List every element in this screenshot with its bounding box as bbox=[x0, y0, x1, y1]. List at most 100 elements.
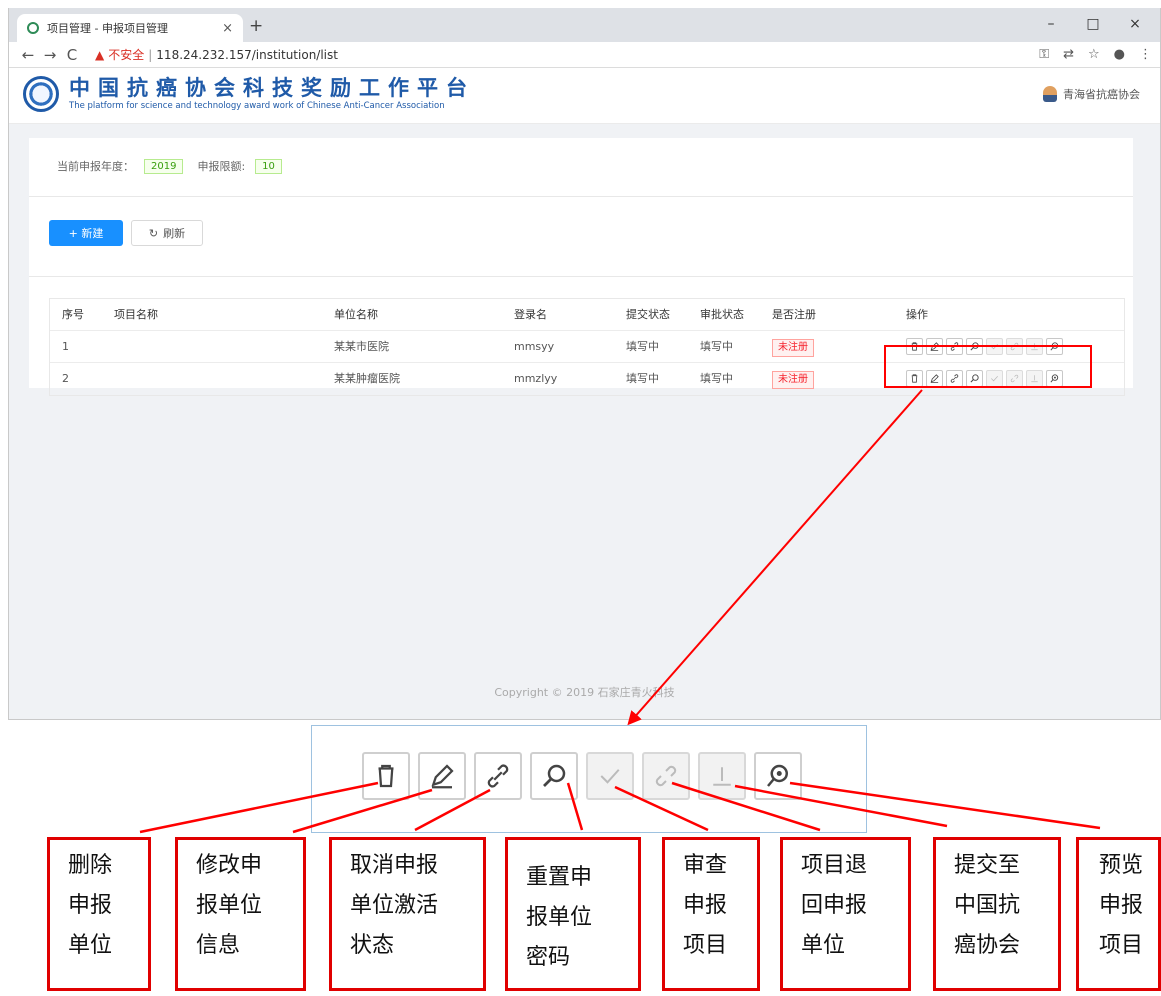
star-icon[interactable]: ☆ bbox=[1088, 47, 1100, 62]
row-submit-status: 填写中 bbox=[626, 372, 659, 385]
trash-button[interactable] bbox=[906, 370, 923, 387]
cancel-activation-button[interactable] bbox=[946, 370, 963, 387]
row-index: 1 bbox=[62, 340, 69, 353]
new-tab-button[interactable]: + bbox=[249, 16, 263, 36]
refresh-label: 刷新 bbox=[163, 227, 186, 240]
search-button[interactable] bbox=[530, 752, 578, 800]
url-text[interactable]: 118.24.232.157/institution/list bbox=[156, 48, 338, 62]
warning-icon: ▲ bbox=[95, 47, 105, 62]
trash-button[interactable] bbox=[362, 752, 410, 800]
platform-subtitle: The platform for science and technology … bbox=[69, 101, 445, 111]
edit-icon bbox=[930, 374, 939, 384]
zoomed-actions-panel bbox=[311, 725, 867, 833]
cancel-activation-button[interactable] bbox=[474, 752, 522, 800]
forward-button[interactable]: → bbox=[39, 46, 61, 64]
menu-icon[interactable]: ⋮ bbox=[1139, 47, 1152, 62]
status-badge: 未注册 bbox=[772, 371, 814, 389]
address-bar: ← → C ▲ 不安全 | 118.24.232.157/institution… bbox=[9, 42, 1160, 68]
key-icon[interactable]: ⚿ bbox=[1039, 47, 1049, 62]
edit-button[interactable] bbox=[418, 752, 466, 800]
preview-button[interactable] bbox=[1046, 370, 1063, 387]
edit-icon bbox=[930, 342, 939, 352]
unlink-button bbox=[1006, 338, 1023, 355]
cancel-activation-icon bbox=[487, 764, 509, 788]
check-icon bbox=[600, 769, 620, 784]
row-approval-status: 填写中 bbox=[700, 372, 733, 385]
check-icon bbox=[991, 343, 998, 350]
trash-button[interactable] bbox=[906, 338, 923, 355]
insecure-label: 不安全 bbox=[108, 48, 145, 62]
col-unit: 单位名称 bbox=[334, 308, 378, 321]
cancel-activation-button[interactable] bbox=[946, 338, 963, 355]
col-approval: 审批状态 bbox=[700, 308, 744, 321]
trash-icon bbox=[911, 374, 918, 383]
back-button[interactable]: ← bbox=[17, 46, 39, 64]
label-submit: 提交至 中国抗 癌协会 bbox=[933, 837, 1061, 991]
new-button[interactable]: + 新建 bbox=[49, 220, 123, 246]
row-login: mmzlyy bbox=[514, 372, 558, 385]
submit-icon bbox=[1031, 343, 1038, 351]
copyright: Copyright © 2019 石家庄青火科技 bbox=[494, 686, 675, 699]
row-index: 2 bbox=[62, 372, 69, 385]
close-window-button[interactable]: × bbox=[1114, 12, 1156, 36]
unlink-button bbox=[1006, 370, 1023, 387]
label-return: 项目退 回申报 单位 bbox=[780, 837, 911, 991]
edit-button[interactable] bbox=[926, 370, 943, 387]
row-unit: 某某肿瘤医院 bbox=[334, 372, 400, 385]
label-delete: 删除 申报 单位 bbox=[47, 837, 151, 991]
unlink-icon bbox=[655, 765, 677, 787]
association-logo bbox=[23, 76, 59, 112]
window-controls: – □ × bbox=[1030, 12, 1156, 36]
submit-icon bbox=[1031, 375, 1038, 383]
search-button[interactable] bbox=[966, 370, 983, 387]
submit-button bbox=[1026, 338, 1043, 355]
unlink-icon bbox=[1010, 342, 1019, 351]
refresh-button[interactable]: ↻ 刷新 bbox=[131, 220, 203, 246]
browser-tab[interactable]: 项目管理 - 申报项目管理 × bbox=[17, 14, 243, 42]
edit-icon bbox=[431, 764, 454, 789]
row-actions bbox=[906, 338, 1063, 355]
account-icon[interactable]: ● bbox=[1114, 47, 1125, 62]
search-icon bbox=[970, 342, 979, 351]
preview-icon bbox=[1050, 342, 1059, 351]
col-index: 序号 bbox=[62, 308, 84, 321]
preview-button[interactable] bbox=[1046, 338, 1063, 355]
minimize-button[interactable]: – bbox=[1030, 12, 1072, 36]
content-card: 当前申报年度： 2019 申报限额: 10 + 新建 ↻ 刷新 序号 项目名称 bbox=[29, 138, 1133, 396]
maximize-button[interactable]: □ bbox=[1072, 12, 1114, 36]
submit-icon bbox=[713, 767, 731, 786]
year-info: 当前申报年度： 2019 申报限额: 10 bbox=[57, 158, 296, 174]
tab-close-icon[interactable]: × bbox=[222, 21, 233, 36]
table-header: 序号 项目名称 单位名称 登录名 提交状态 审批状态 是否注册 操作 bbox=[50, 299, 1124, 331]
col-project: 项目名称 bbox=[114, 308, 158, 321]
submit-button bbox=[698, 752, 746, 800]
pointer-line bbox=[789, 781, 1101, 830]
col-ops: 操作 bbox=[906, 308, 928, 321]
table-row: 2 某某肿瘤医院 mmzlyy 填写中 填写中 未注册 bbox=[50, 363, 1124, 395]
edit-button[interactable] bbox=[926, 338, 943, 355]
col-registered: 是否注册 bbox=[772, 308, 816, 321]
label-edit: 修改申 报单位 信息 bbox=[175, 837, 306, 991]
search-icon bbox=[970, 374, 979, 383]
pointer-line bbox=[734, 784, 948, 828]
cancel-activation-icon bbox=[950, 342, 959, 351]
preview-button[interactable] bbox=[754, 752, 802, 800]
user-menu[interactable]: 青海省抗癌协会 bbox=[1043, 86, 1140, 102]
app-header: 中国抗癌协会科技奖励工作平台 The platform for science … bbox=[9, 68, 1160, 124]
table-row: 1 某某市医院 mmsyy 填写中 填写中 未注册 bbox=[50, 331, 1124, 363]
year-tag: 2019 bbox=[144, 158, 184, 174]
refresh-icon: ↻ bbox=[148, 226, 159, 240]
browser-window: 项目管理 - 申报项目管理 × + – □ × ← → C ▲ 不安全 | 11… bbox=[8, 8, 1161, 720]
omnibox[interactable]: ▲ 不安全 | 118.24.232.157/institution/list bbox=[95, 46, 338, 63]
user-name: 青海省抗癌协会 bbox=[1063, 88, 1140, 101]
translate-icon[interactable]: ⇄ bbox=[1063, 47, 1074, 62]
search-button[interactable] bbox=[966, 338, 983, 355]
unlink-button bbox=[642, 752, 690, 800]
tab-title: 项目管理 - 申报项目管理 bbox=[47, 22, 168, 35]
reload-button[interactable]: C bbox=[61, 46, 83, 64]
pointer-line bbox=[414, 788, 491, 832]
limit-tag: 10 bbox=[255, 158, 282, 174]
status-badge: 未注册 bbox=[772, 339, 814, 357]
divider bbox=[29, 196, 1133, 197]
unlink-icon bbox=[1010, 374, 1019, 383]
